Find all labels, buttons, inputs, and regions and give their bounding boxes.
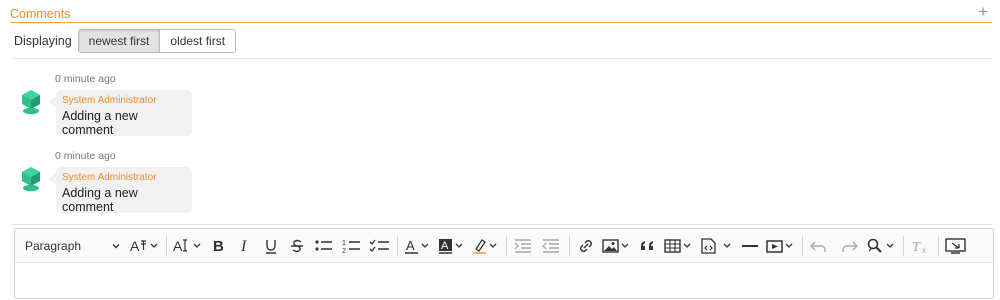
- editor-content-area[interactable]: [15, 263, 993, 298]
- highlight-icon: [473, 238, 497, 254]
- highlight-button[interactable]: [469, 233, 503, 259]
- indent-button[interactable]: [510, 233, 538, 259]
- numbered-list-icon: 12: [342, 240, 360, 254]
- comment-item: 0 minute ago System Administrator Adding…: [18, 150, 418, 216]
- numbered-list-button[interactable]: 12: [338, 233, 366, 259]
- todo-list-icon: [369, 239, 389, 252]
- comment-bubble: System Administrator Adding a new commen…: [48, 90, 192, 137]
- bold-button[interactable]: B: [206, 233, 232, 259]
- editor-toolbar: Paragraph A A B I 1 2 A A T x: [15, 229, 993, 263]
- font-family-icon: A: [173, 238, 201, 254]
- comment-author[interactable]: System Administrator: [62, 172, 156, 183]
- comment-text: Adding a new comment: [62, 186, 138, 214]
- html-embed-button[interactable]: [697, 233, 737, 259]
- font-color-button[interactable]: A: [401, 233, 435, 259]
- table-icon: [664, 238, 691, 253]
- font-size-icon: A: [130, 238, 158, 254]
- svg-text:A: A: [130, 238, 140, 254]
- paragraph-label: Paragraph: [25, 238, 82, 253]
- html-embed-icon: [701, 237, 731, 254]
- source-editing-button[interactable]: [942, 233, 970, 259]
- media-embed-icon: [766, 239, 793, 253]
- svg-text:x: x: [922, 246, 926, 254]
- find-replace-icon: [867, 238, 894, 253]
- toolbar-separator: [802, 235, 803, 256]
- svg-text:I: I: [240, 238, 247, 254]
- toolbar-separator: [569, 235, 570, 256]
- sort-controls: Displaying newest first oldest first: [14, 29, 237, 53]
- divider: [12, 224, 992, 225]
- bold-icon: B: [213, 238, 224, 254]
- svg-text:A: A: [441, 240, 449, 252]
- comment-bubble: System Administrator Adding a new commen…: [48, 167, 192, 214]
- svg-text:2: 2: [342, 248, 346, 254]
- strikethrough-icon: [291, 239, 303, 252]
- paragraph-dropdown[interactable]: Paragraph: [19, 233, 127, 259]
- link-button[interactable]: [573, 233, 599, 259]
- undo-icon: [810, 241, 826, 252]
- indent-icon: [514, 238, 531, 253]
- undo-button[interactable]: [806, 233, 834, 259]
- user-avatar-icon: [22, 90, 40, 115]
- table-button[interactable]: [661, 233, 697, 259]
- horizontal-line-icon: [742, 244, 758, 247]
- font-size-button[interactable]: A: [127, 233, 163, 259]
- link-icon: [580, 239, 592, 252]
- toolbar-separator: [506, 235, 507, 256]
- remove-format-icon: Tx: [912, 240, 926, 254]
- underline-button[interactable]: [258, 233, 284, 259]
- newest-first-button[interactable]: newest first: [78, 30, 160, 52]
- bulleted-list-icon: [315, 239, 332, 251]
- background-color-button[interactable]: A: [435, 233, 469, 259]
- horizontal-line-button[interactable]: [737, 233, 763, 259]
- comment-item: 0 minute ago System Administrator Adding…: [18, 73, 418, 139]
- image-button[interactable]: [599, 233, 635, 259]
- strikethrough-button[interactable]: [284, 233, 310, 259]
- toolbar-separator: [397, 235, 398, 256]
- svg-text:T: T: [912, 240, 921, 254]
- blockquote-button[interactable]: [635, 233, 661, 259]
- comment-text: Adding a new comment: [62, 109, 138, 137]
- display-label: Displaying: [14, 34, 72, 48]
- bulleted-list-button[interactable]: [310, 233, 338, 259]
- font-color-icon: A: [405, 238, 429, 254]
- svg-text:1: 1: [342, 240, 346, 247]
- comment-author[interactable]: System Administrator: [62, 95, 156, 106]
- comment-time: 0 minute ago: [55, 150, 116, 162]
- svg-text:B: B: [213, 238, 224, 254]
- user-avatar-icon: [22, 167, 40, 192]
- italic-button[interactable]: I: [232, 233, 258, 259]
- toolbar-separator: [166, 235, 167, 256]
- chevron-down-icon: [112, 243, 120, 248]
- oldest-first-button[interactable]: oldest first: [159, 30, 236, 52]
- find-replace-button[interactable]: [862, 233, 900, 259]
- todo-list-button[interactable]: [366, 233, 394, 259]
- toolbar-separator: [903, 235, 904, 256]
- italic-icon: I: [240, 238, 247, 254]
- sort-toggle-group: newest first oldest first: [77, 29, 237, 53]
- add-comment-icon[interactable]: +: [978, 3, 988, 20]
- remove-format-button[interactable]: Tx: [907, 233, 935, 259]
- section-title: Comments: [10, 7, 71, 21]
- comment-time: 0 minute ago: [55, 73, 116, 85]
- redo-button[interactable]: [834, 233, 862, 259]
- font-family-button[interactable]: A: [170, 233, 206, 259]
- comment-editor: Paragraph A A B I 1 2 A A T x: [14, 228, 994, 299]
- background-color-icon: A: [439, 238, 463, 254]
- svg-text:A: A: [173, 238, 183, 254]
- svg-text:A: A: [406, 238, 415, 253]
- redo-icon: [842, 241, 858, 252]
- comments-header: Comments +: [10, 3, 992, 23]
- underline-icon: [266, 239, 276, 254]
- toolbar-separator: [938, 235, 939, 256]
- outdent-button[interactable]: [538, 233, 566, 259]
- source-editing-icon: [945, 237, 966, 254]
- media-embed-button[interactable]: [763, 233, 799, 259]
- blockquote-icon: [641, 240, 653, 250]
- outdent-icon: [542, 238, 559, 253]
- image-icon: [602, 238, 629, 253]
- divider: [12, 58, 992, 59]
